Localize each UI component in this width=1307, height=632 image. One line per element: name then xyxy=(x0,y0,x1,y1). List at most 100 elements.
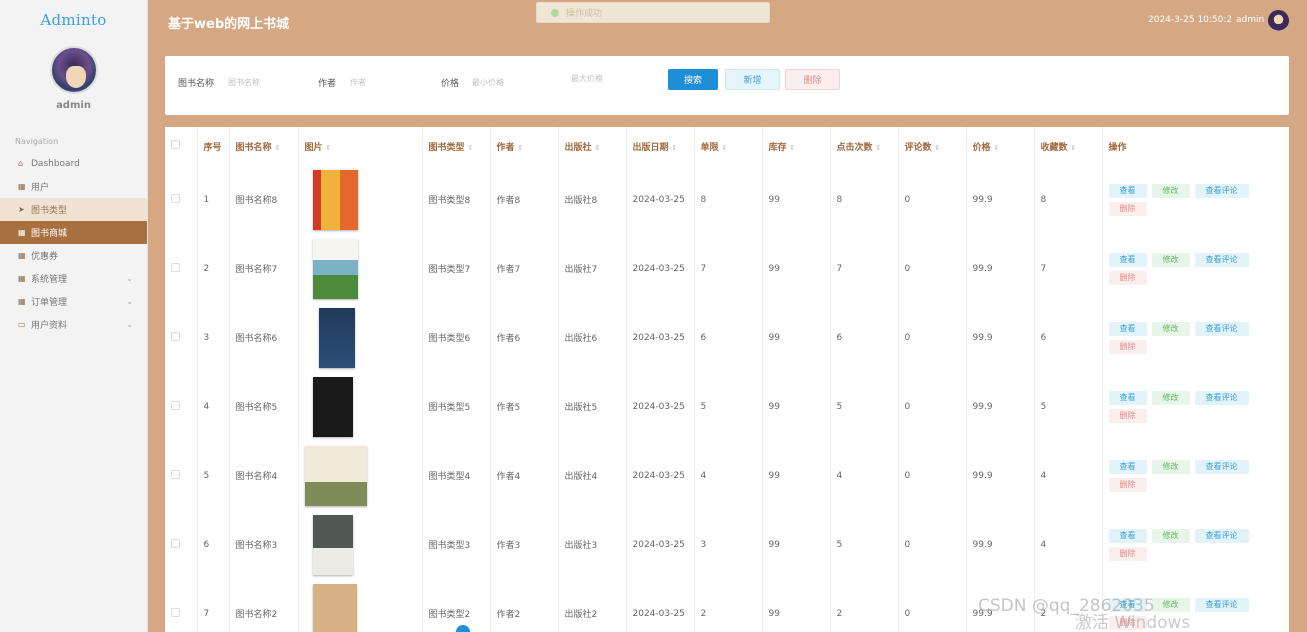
sidebar-item-orders[interactable]: ▦ 订单管理 ⌄ xyxy=(0,290,147,313)
avatar[interactable] xyxy=(49,46,98,94)
cell-favorites: 4 xyxy=(1034,441,1103,510)
home-icon: ⌂ xyxy=(18,159,24,168)
delete-button[interactable]: 删除 xyxy=(1108,270,1147,285)
edit-button[interactable]: 修改 xyxy=(1151,459,1190,474)
sidebar-item-system[interactable]: ▦ 系统管理 ⌄ xyxy=(0,267,147,290)
header-username[interactable]: admin xyxy=(1236,15,1264,25)
row-checkbox[interactable] xyxy=(165,510,198,579)
book-cover-image[interactable] xyxy=(312,514,353,575)
col-author[interactable]: 作者 ⇕ xyxy=(490,127,559,165)
book-cover-image[interactable] xyxy=(304,445,367,506)
sidebar-item-book-types[interactable]: ➤ 图书类型 xyxy=(0,198,147,221)
col-image[interactable]: 图片 ⇕ xyxy=(298,127,423,165)
col-comments[interactable]: 评论数 ⇕ xyxy=(898,127,967,165)
scroll-indicator[interactable] xyxy=(456,625,470,632)
delete-button[interactable]: 删除 xyxy=(1108,477,1147,492)
max-price-input[interactable]: 最大价格 xyxy=(571,73,603,84)
view-button[interactable]: 查看 xyxy=(1108,459,1147,474)
sort-icon: ⇕ xyxy=(789,143,796,152)
search-button[interactable]: 搜索 xyxy=(668,69,718,90)
book-cover-image[interactable] xyxy=(312,169,358,230)
cell-image xyxy=(298,441,423,510)
cell-type: 图书类型2 xyxy=(422,579,491,632)
row-checkbox[interactable] xyxy=(165,303,198,372)
sort-icon: ⇕ xyxy=(934,143,941,152)
cell-stock: 99 xyxy=(762,441,831,510)
delete-button[interactable]: 删除 xyxy=(1108,546,1147,561)
edit-button[interactable]: 修改 xyxy=(1151,252,1190,267)
view-comments-button[interactable]: 查看评论 xyxy=(1194,252,1249,267)
row-checkbox[interactable] xyxy=(165,234,198,303)
view-button[interactable]: 查看 xyxy=(1108,390,1147,405)
cell-price: 99.9 xyxy=(966,303,1035,372)
sidebar-item-label: 图书类型 xyxy=(31,206,68,216)
view-button[interactable]: 查看 xyxy=(1108,528,1147,543)
sidebar-item-bookstore[interactable]: ▦ 图书商城 xyxy=(0,221,147,244)
header-avatar[interactable] xyxy=(1268,10,1289,31)
col-price[interactable]: 价格 ⇕ xyxy=(966,127,1035,165)
view-comments-button[interactable]: 查看评论 xyxy=(1194,528,1249,543)
cell-date: 2024-03-25 xyxy=(626,441,695,510)
price-label: 价格 xyxy=(441,79,460,89)
cell-author: 作者2 xyxy=(490,579,559,632)
view-button[interactable]: 查看 xyxy=(1108,321,1147,336)
row-checkbox[interactable] xyxy=(165,372,198,441)
col-name[interactable]: 图书名称 ⇕ xyxy=(229,127,299,165)
view-comments-button[interactable]: 查看评论 xyxy=(1194,597,1249,612)
cell-index: 1 xyxy=(197,165,230,234)
sidebar-item-dashboard[interactable]: ⌂ Dashboard xyxy=(0,152,147,175)
col-favorites[interactable]: 收藏数 ⇕ xyxy=(1034,127,1103,165)
cell-name: 图书名称6 xyxy=(229,303,299,372)
author-input[interactable]: 作者 xyxy=(350,77,366,88)
sort-icon: ⇕ xyxy=(594,143,601,152)
cell-index: 4 xyxy=(197,372,230,441)
col-date[interactable]: 出版日期 ⇕ xyxy=(626,127,695,165)
add-button[interactable]: 新增 xyxy=(725,69,780,90)
edit-button[interactable]: 修改 xyxy=(1151,528,1190,543)
cell-comments: 0 xyxy=(898,579,967,632)
view-comments-button[interactable]: 查看评论 xyxy=(1194,183,1249,198)
edit-button[interactable]: 修改 xyxy=(1151,183,1190,198)
cell-type: 图书类型8 xyxy=(422,165,491,234)
book-cover-image[interactable] xyxy=(312,583,357,632)
view-button[interactable]: 查看 xyxy=(1108,252,1147,267)
app-logo[interactable]: Adminto xyxy=(0,0,147,40)
col-clicks[interactable]: 点击次数 ⇕ xyxy=(830,127,899,165)
row-checkbox[interactable] xyxy=(165,579,198,632)
view-comments-button[interactable]: 查看评论 xyxy=(1194,321,1249,336)
col-limit[interactable]: 单限 ⇕ xyxy=(694,127,763,165)
book-name-label: 图书名称 xyxy=(178,79,215,89)
select-all-checkbox[interactable] xyxy=(165,127,198,165)
book-cover-image[interactable] xyxy=(312,376,353,437)
batch-delete-button[interactable]: 删除 xyxy=(785,69,840,90)
sidebar-item-users[interactable]: ▦ 用户 xyxy=(0,175,147,198)
cell-price: 99.9 xyxy=(966,165,1035,234)
edit-button[interactable]: 修改 xyxy=(1151,390,1190,405)
delete-button[interactable]: 删除 xyxy=(1108,408,1147,423)
sidebar-item-profile[interactable]: ▭ 用户资料 ⌄ xyxy=(0,313,147,336)
col-publisher[interactable]: 出版社 ⇕ xyxy=(558,127,627,165)
col-type[interactable]: 图书类型 ⇕ xyxy=(422,127,491,165)
cell-stock: 99 xyxy=(762,579,831,632)
col-stock[interactable]: 库存 ⇕ xyxy=(762,127,831,165)
col-actions: 操作 xyxy=(1102,127,1289,165)
view-comments-button[interactable]: 查看评论 xyxy=(1194,459,1249,474)
row-checkbox[interactable] xyxy=(165,165,198,234)
cell-actions: 查看 修改 查看评论 删除 xyxy=(1102,303,1289,372)
book-table-panel: 序号 图书名称 ⇕ 图片 ⇕ 图书类型 ⇕ 作者 ⇕ 出版社 ⇕ 出版日期 ⇕ 单限 ⇕ 库存… xyxy=(165,127,1289,632)
cell-publisher: 出版社8 xyxy=(558,165,627,234)
view-comments-button[interactable]: 查看评论 xyxy=(1194,390,1249,405)
edit-button[interactable]: 修改 xyxy=(1151,321,1190,336)
book-cover-image[interactable] xyxy=(318,307,355,368)
delete-button[interactable]: 删除 xyxy=(1108,201,1147,216)
book-cover-image[interactable] xyxy=(312,238,358,299)
cell-limit: 7 xyxy=(694,234,763,303)
search-panel: 图书名称 图书名称 作者 作者 价格 最小价格 最大价格 搜索 新增 删除 xyxy=(165,56,1289,115)
table-row: 5 图书名称4 图书类型4 作者4 出版社4 2024-03-25 4 99 4 0 99.9 4 查… xyxy=(165,441,1289,510)
min-price-input[interactable]: 最小价格 xyxy=(472,77,504,88)
view-button[interactable]: 查看 xyxy=(1108,183,1147,198)
delete-button[interactable]: 删除 xyxy=(1108,339,1147,354)
sidebar-item-coupons[interactable]: ▦ 优惠券 xyxy=(0,244,147,267)
book-name-input[interactable]: 图书名称 xyxy=(228,77,260,88)
row-checkbox[interactable] xyxy=(165,441,198,510)
